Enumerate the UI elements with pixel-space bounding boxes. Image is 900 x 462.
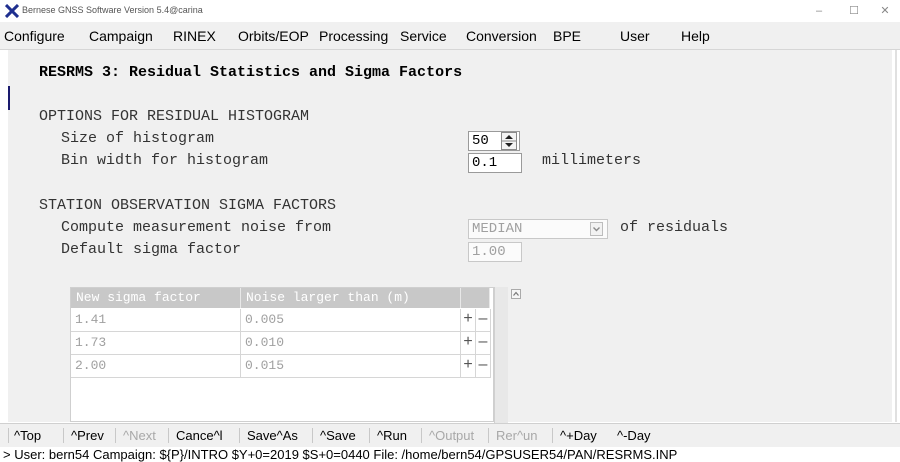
panel-edge-marker (8, 86, 10, 110)
separator (63, 428, 64, 443)
table-row-1-noise[interactable]: 0.005 (241, 309, 461, 332)
run-button[interactable]: ^Run (377, 428, 407, 443)
column-header-actions (461, 288, 490, 308)
table-row-1-factor[interactable]: 1.41 (71, 309, 241, 332)
column-header-sigma: New sigma factor (71, 288, 241, 308)
separator (488, 428, 489, 443)
separator (8, 428, 9, 443)
title-bar: Bernese GNSS Software Version 5.4@carina… (0, 0, 900, 22)
table-row-2-factor[interactable]: 1.73 (71, 332, 241, 355)
separator (168, 428, 169, 443)
scroll-up-icon[interactable] (511, 289, 521, 299)
maximize-button[interactable]: ☐ (839, 3, 869, 19)
close-button[interactable]: ✕ (870, 3, 900, 19)
minimize-button[interactable]: – (804, 3, 834, 19)
menu-service[interactable]: Service (400, 28, 447, 44)
plus-day-button[interactable]: ^+Day (560, 428, 597, 443)
menu-rinex[interactable]: RINEX (173, 28, 216, 44)
separator (312, 428, 313, 443)
save-button[interactable]: ^Save (320, 428, 356, 443)
button-bar: ^Top ^Prev ^Next Cance^l Save^As ^Save ^… (0, 423, 900, 447)
bin-width-input[interactable]: 0.1 (468, 153, 522, 173)
column-header-noise: Noise larger than (m) (241, 288, 461, 308)
save-as-button[interactable]: Save^As (247, 428, 298, 443)
page-title: RESRMS 3: Residual Statistics and Sigma … (39, 64, 463, 81)
prev-button[interactable]: ^Prev (71, 428, 104, 443)
separator (369, 428, 370, 443)
menu-conversion[interactable]: Conversion (466, 28, 537, 44)
panel-scrollbar[interactable] (895, 50, 897, 422)
table-scrollbar[interactable] (494, 287, 508, 423)
add-row-button[interactable]: + (461, 309, 476, 332)
spin-arrows-icon[interactable] (501, 132, 517, 150)
sigma-section-title: STATION OBSERVATION SIGMA FACTORS (39, 197, 337, 214)
noise-source-suffix: of residuals (620, 219, 729, 236)
noise-source-label: Compute measurement noise from (61, 219, 332, 236)
add-row-button[interactable]: + (461, 332, 476, 355)
menu-orbits-eop[interactable]: Orbits/EOP (238, 28, 309, 44)
status-info: > User: bern54 Campaign: ${P}/INTRO $Y+0… (3, 447, 678, 462)
output-button[interactable]: ^Output (429, 428, 474, 443)
next-button[interactable]: ^Next (123, 428, 156, 443)
menu-help[interactable]: Help (681, 28, 710, 44)
cancel-button[interactable]: Cance^l (176, 428, 223, 443)
chevron-down-icon[interactable] (590, 222, 603, 236)
separator (552, 428, 553, 443)
remove-row-button[interactable]: – (476, 309, 491, 332)
menu-configure[interactable]: Configure (4, 28, 65, 44)
table-row-3-factor[interactable]: 2.00 (71, 355, 241, 378)
menu-user[interactable]: User (620, 28, 650, 44)
bin-width-label: Bin width for histogram (61, 152, 269, 169)
top-button[interactable]: ^Top (14, 428, 41, 443)
window-title: Bernese GNSS Software Version 5.4@carina (22, 5, 203, 15)
table-row-3-noise[interactable]: 0.015 (241, 355, 461, 378)
remove-row-button[interactable]: – (476, 332, 491, 355)
noise-source-select[interactable]: MEDIAN (468, 219, 608, 239)
default-sigma-input[interactable]: 1.00 (468, 242, 522, 262)
menu-processing[interactable]: Processing (319, 28, 388, 44)
add-row-button[interactable]: + (461, 355, 476, 378)
separator (115, 428, 116, 443)
bin-width-unit: millimeters (542, 152, 642, 169)
menu-bar: Configure Campaign RINEX Orbits/EOP Proc… (0, 22, 900, 50)
menu-bpe[interactable]: BPE (553, 28, 581, 44)
histogram-section-title: OPTIONS FOR RESIDUAL HISTOGRAM (39, 108, 310, 125)
separator (239, 428, 240, 443)
separator (421, 428, 422, 443)
table-row-2-noise[interactable]: 0.010 (241, 332, 461, 355)
menu-campaign[interactable]: Campaign (89, 28, 153, 44)
minus-day-button[interactable]: ^-Day (617, 428, 651, 443)
default-sigma-label: Default sigma factor (61, 241, 242, 258)
remove-row-button[interactable]: – (476, 355, 491, 378)
histogram-size-label: Size of histogram (61, 130, 215, 147)
rerun-button[interactable]: Rer^un (496, 428, 538, 443)
x-logo-icon (5, 4, 19, 18)
